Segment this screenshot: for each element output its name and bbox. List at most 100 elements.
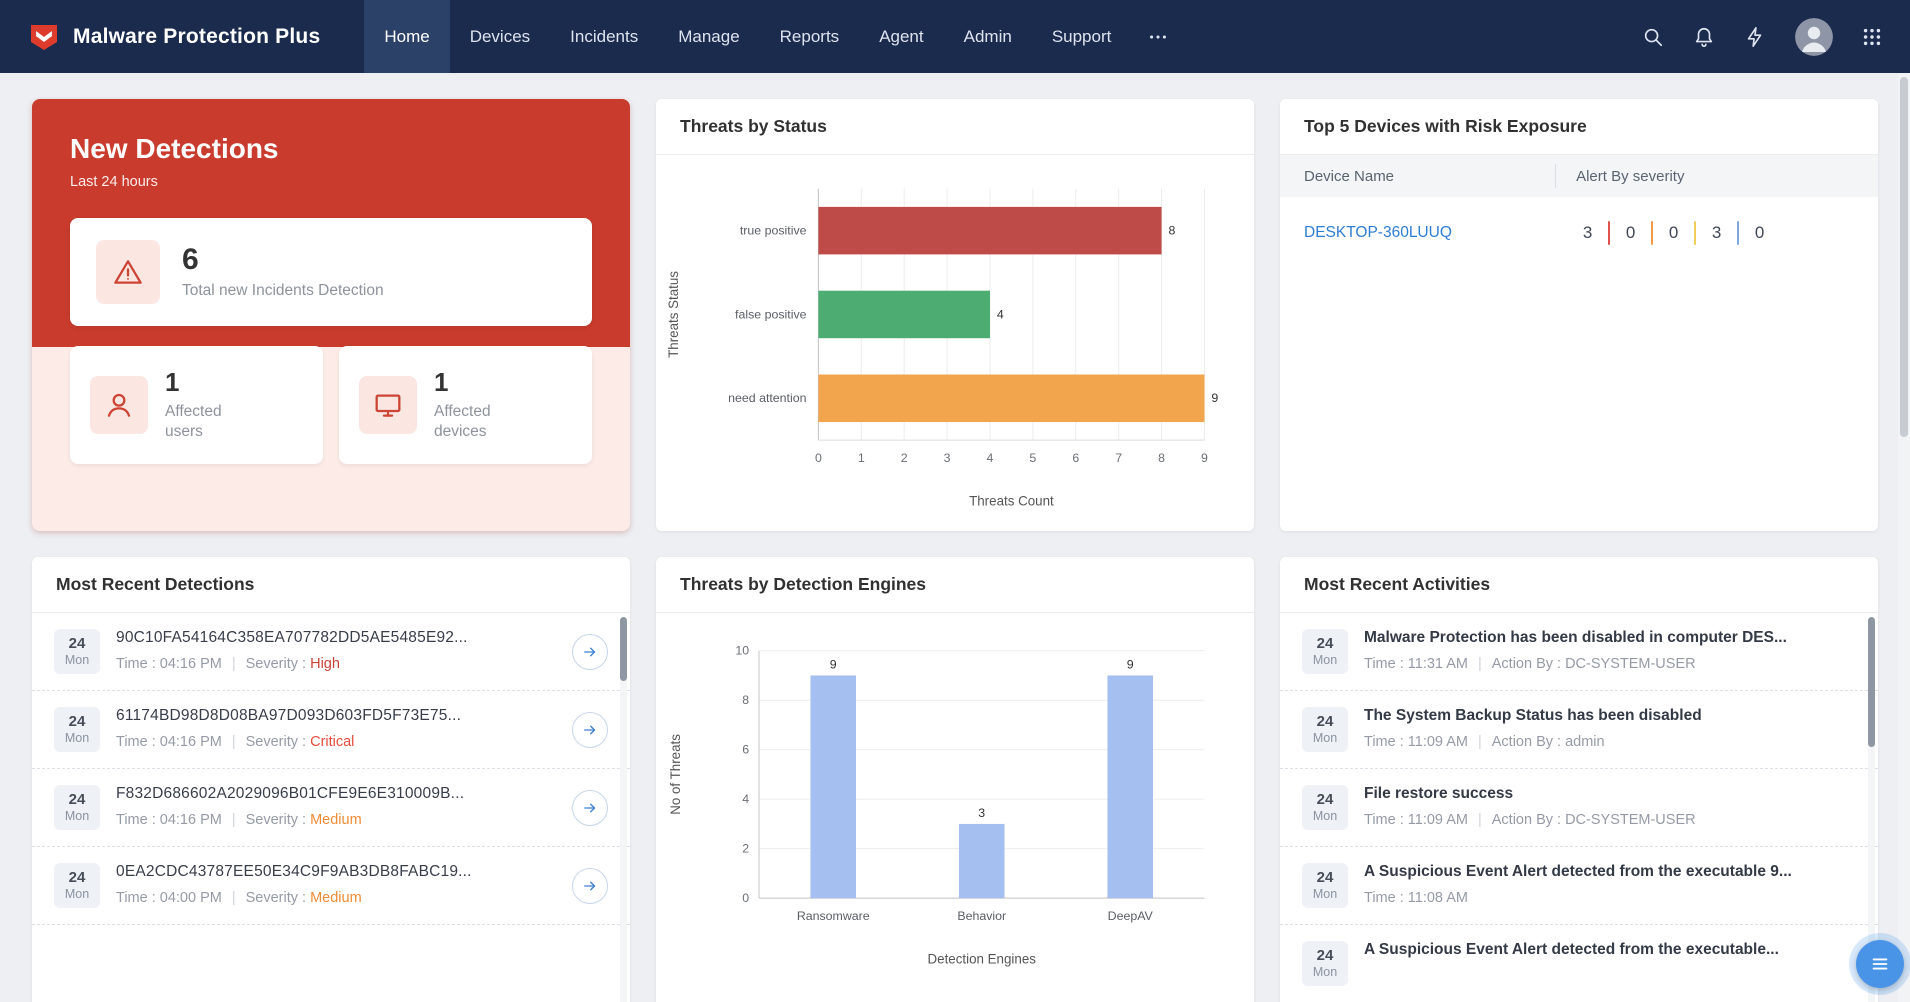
dashboard: New Detections Last 24 hours 6 Total new… (0, 73, 1910, 1002)
svg-text:9: 9 (1211, 391, 1218, 405)
new-detections-card: New Detections Last 24 hours 6 Total new… (32, 99, 630, 531)
severity-divider (1737, 221, 1739, 245)
new-detections-title: New Detections (70, 133, 592, 165)
threats-by-engines-title: Threats by Detection Engines (680, 574, 1230, 595)
threats-by-engines-card: Threats by Detection Engines 02468109Ran… (656, 557, 1254, 1002)
svg-text:9: 9 (1127, 658, 1134, 672)
recent-activities-card: Most Recent Activities 24Mon Malware Pro… (1280, 557, 1878, 1002)
activity-text: Malware Protection has been disabled in … (1364, 629, 1840, 647)
nav-item-reports[interactable]: Reports (760, 0, 860, 73)
scrollbar-thumb[interactable] (620, 617, 627, 681)
threats-by-status-header: Threats by Status (656, 99, 1254, 155)
detection-list-item: 24Mon 0EA2CDC43787EE50E34C9F9AB3DB8FABC1… (32, 847, 630, 925)
svg-text:4: 4 (997, 307, 1004, 321)
quick-launch-button[interactable] (1743, 25, 1767, 49)
threats-by-status-title: Threats by Status (680, 116, 1230, 137)
page-scrollbar[interactable] (1898, 73, 1910, 1002)
severity-divider (1608, 221, 1610, 245)
open-detection-button[interactable] (572, 712, 608, 748)
new-detections-subtitle: Last 24 hours (70, 174, 592, 190)
detection-stats: 1 Affected users 1 Affected devices (70, 346, 592, 464)
svg-text:2: 2 (901, 451, 908, 465)
top-devices-header: Top 5 Devices with Risk Exposure (1280, 99, 1878, 155)
threats-by-engines-chart: 02468109Ransomware3Behavior9DeepAVDetect… (656, 613, 1254, 977)
nav-item-support[interactable]: Support (1032, 0, 1132, 73)
navbar-actions (1614, 18, 1884, 56)
total-incidents-card[interactable]: 6 Total new Incidents Detection (70, 218, 592, 326)
user-avatar[interactable] (1795, 18, 1833, 56)
search-button[interactable] (1641, 25, 1665, 49)
nav-item-admin[interactable]: Admin (944, 0, 1032, 73)
nav-item-home[interactable]: Home (364, 0, 449, 73)
nav-item-incidents[interactable]: Incidents (550, 0, 658, 73)
device-link[interactable]: DESKTOP-360LUUQ (1304, 224, 1452, 241)
svg-text:0: 0 (742, 891, 749, 905)
svg-text:Detection Engines: Detection Engines (928, 952, 1037, 967)
brand[interactable]: Malware Protection Plus (28, 21, 320, 53)
detection-meta: Time : 04:16 PM|Severity : Critical (116, 734, 556, 750)
detection-list-item: 24Mon F832D686602A2029096B01CFE9E6E31000… (32, 769, 630, 847)
severity-value: Medium (310, 812, 362, 828)
severity-value: Medium (310, 890, 362, 906)
nav-more-button[interactable] (1131, 0, 1185, 73)
affected-devices-card[interactable]: 1 Affected devices (339, 346, 592, 464)
svg-text:1: 1 (858, 451, 865, 465)
svg-text:true positive: true positive (740, 224, 807, 238)
apps-grid-icon (1861, 26, 1883, 48)
svg-text:Threats Count: Threats Count (969, 494, 1054, 509)
brand-logo-icon (28, 21, 60, 53)
user-icon (90, 376, 148, 434)
activity-list-item: 24Mon A Suspicious Event Alert detected … (1280, 847, 1878, 925)
open-detection-button[interactable] (572, 790, 608, 826)
activity-list-item: 24Mon File restore success Time : 11:09 … (1280, 769, 1878, 847)
column-alert-severity: Alert By severity (1555, 164, 1878, 188)
nav-item-devices[interactable]: Devices (450, 0, 550, 73)
top-navbar: Malware Protection Plus Home Devices Inc… (0, 0, 1910, 73)
activity-text: The System Backup Status has been disabl… (1364, 707, 1840, 725)
severity-value: High (310, 656, 340, 672)
activity-list-item: 24Mon A Suspicious Event Alert detected … (1280, 925, 1878, 1002)
quick-menu-fab[interactable] (1856, 940, 1904, 988)
svg-text:No of Threats: No of Threats (668, 734, 683, 815)
arrow-right-icon (581, 799, 599, 817)
date-badge: 24Mon (1302, 707, 1348, 752)
threats-by-status-card: Threats by Status 0123456789true positiv… (656, 99, 1254, 531)
svg-text:2: 2 (742, 842, 749, 856)
affected-users-card[interactable]: 1 Affected users (70, 346, 323, 464)
device-row: DESKTOP-360LUUQ 3 0 0 3 0 (1280, 197, 1878, 269)
open-detection-button[interactable] (572, 868, 608, 904)
svg-text:0: 0 (815, 451, 822, 465)
arrow-right-icon (581, 643, 599, 661)
arrow-right-icon (581, 721, 599, 739)
detection-hash: 61174BD98D8D08BA97D093D603FD5F73E75... (116, 707, 556, 725)
scrollbar-thumb[interactable] (1868, 617, 1875, 747)
svg-text:false positive: false positive (735, 307, 807, 321)
date-badge: 24Mon (1302, 785, 1348, 830)
affected-users-label: Affected users (165, 402, 257, 442)
nav-item-manage[interactable]: Manage (658, 0, 759, 73)
notifications-button[interactable] (1692, 25, 1716, 49)
severity-count: 0 (1655, 223, 1692, 243)
detections-scrollbar[interactable] (620, 617, 627, 1002)
svg-text:8: 8 (742, 693, 749, 707)
nav-item-agent[interactable]: Agent (859, 0, 943, 73)
svg-text:Behavior: Behavior (957, 909, 1006, 923)
devices-table-header: Device Name Alert By severity (1280, 155, 1878, 197)
column-device-name: Device Name (1280, 168, 1555, 185)
apps-menu-button[interactable] (1860, 25, 1884, 49)
recent-detections-title: Most Recent Detections (56, 574, 606, 595)
activity-text: A Suspicious Event Alert detected from t… (1364, 863, 1840, 881)
svg-text:6: 6 (1072, 451, 1079, 465)
affected-devices-value: 1 (434, 368, 526, 397)
detection-hash: 90C10FA54164C358EA707782DD5AE5485E92... (116, 629, 556, 647)
main-nav: Home Devices Incidents Manage Reports Ag… (364, 0, 1185, 73)
scrollbar-thumb[interactable] (1900, 77, 1908, 437)
detection-list-item: 24Mon 61174BD98D8D08BA97D093D603FD5F73E7… (32, 691, 630, 769)
svg-text:10: 10 (735, 644, 749, 658)
date-badge: 24Mon (1302, 629, 1348, 674)
arrow-right-icon (581, 877, 599, 895)
affected-devices-label: Affected devices (434, 402, 526, 442)
svg-text:3: 3 (944, 451, 951, 465)
open-detection-button[interactable] (572, 634, 608, 670)
date-badge: 24Mon (54, 707, 100, 752)
